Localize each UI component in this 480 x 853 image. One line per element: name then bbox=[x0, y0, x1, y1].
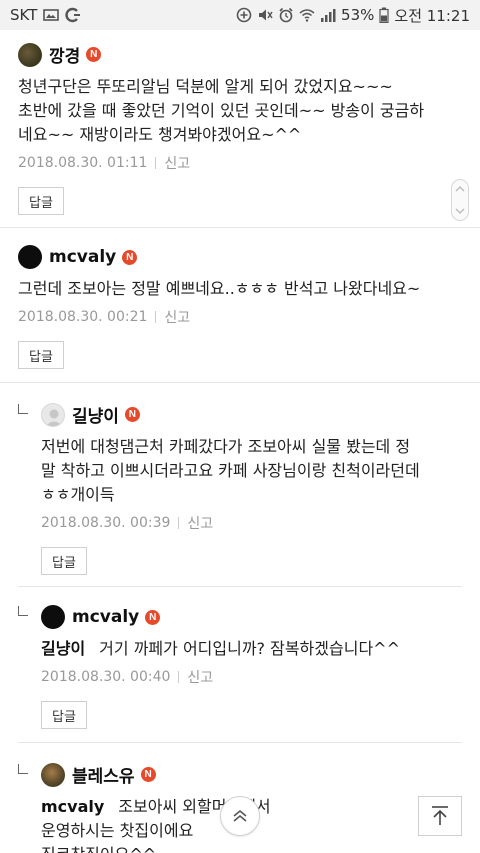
comment-item: mcvaly N 그런데 조보아는 정말 예쁘네요..ㅎㅎㅎ 반석고 나왔다네요… bbox=[0, 245, 480, 369]
signal-icon bbox=[320, 7, 336, 23]
battery-icon bbox=[379, 7, 389, 24]
app-notification-icon bbox=[65, 7, 81, 23]
reply-button[interactable]: 답글 bbox=[18, 341, 64, 369]
default-profile-icon bbox=[46, 409, 62, 426]
meta-separator bbox=[155, 311, 157, 323]
scroll-handle[interactable] bbox=[451, 179, 469, 221]
mention-nickname[interactable]: 길냥이 bbox=[41, 639, 85, 658]
avatar[interactable] bbox=[41, 605, 65, 629]
comment-text: 길냥이 거기 까페가 어디입니까? 잠복하겠습니다^^ bbox=[41, 639, 400, 658]
comment-text: 그런데 조보아는 정말 예쁘네요..ㅎㅎㅎ 반석고 나왔다네요~ bbox=[18, 279, 421, 298]
comment-item: 길냥이 N 저번에 대청댐근처 카페갔다가 조보아씨 실물 봤는데 정 말 착하… bbox=[0, 402, 480, 575]
comment-item: mcvaly N 길냥이 거기 까페가 어디입니까? 잠복하겠습니다^^ 2018… bbox=[0, 605, 480, 729]
comment-text: 청년구단은 뚜또리알님 덕분에 알게 되어 갔었지요~~~ 초반에 갔을 때 좋… bbox=[18, 77, 425, 144]
meta-separator bbox=[178, 517, 180, 529]
meta-separator bbox=[155, 157, 157, 169]
divider bbox=[18, 742, 462, 743]
divider bbox=[0, 227, 480, 228]
mention-nickname[interactable]: mcvaly bbox=[41, 797, 104, 816]
image-notification-icon bbox=[43, 7, 60, 23]
comment-date: 2018.08.30. 00:40 bbox=[41, 669, 171, 685]
reply-button[interactable]: 답글 bbox=[41, 701, 87, 729]
comment-meta: 2018.08.30. 00:21 신고 bbox=[18, 307, 480, 327]
comment-meta: 2018.08.30. 00:40 신고 bbox=[41, 667, 480, 687]
carrier-label: SKT bbox=[10, 6, 38, 24]
report-link[interactable]: 신고 bbox=[187, 513, 213, 533]
comment-nickname[interactable]: 길냥이 bbox=[72, 402, 119, 427]
avatar[interactable] bbox=[41, 762, 65, 787]
chevron-down-icon bbox=[455, 208, 465, 214]
new-badge: N bbox=[122, 249, 138, 265]
new-badge: N bbox=[86, 47, 102, 62]
scroll-up-button[interactable] bbox=[220, 796, 260, 836]
data-saver-icon bbox=[236, 7, 252, 23]
back-to-top-button[interactable] bbox=[418, 796, 462, 836]
avatar[interactable] bbox=[41, 402, 65, 427]
avatar[interactable] bbox=[18, 245, 42, 269]
new-badge: N bbox=[124, 407, 140, 422]
mute-icon bbox=[257, 7, 273, 23]
battery-percent: 53% bbox=[341, 6, 375, 24]
comment-nickname[interactable]: 깡경 bbox=[49, 42, 80, 67]
alarm-icon bbox=[278, 7, 294, 23]
reply-button[interactable]: 답글 bbox=[41, 547, 87, 575]
comment-nickname[interactable]: 블레스유 bbox=[72, 762, 135, 787]
comment-date: 2018.08.30. 00:39 bbox=[41, 515, 171, 531]
report-link[interactable]: 신고 bbox=[164, 307, 190, 327]
reply-button[interactable]: 답글 bbox=[18, 187, 64, 215]
wifi-icon bbox=[299, 7, 315, 23]
comment-meta: 2018.08.30. 00:39 신고 bbox=[41, 513, 480, 533]
status-bar: SKT 53% 오전 11:21 bbox=[0, 0, 480, 30]
comment-nickname[interactable]: mcvaly bbox=[72, 607, 139, 627]
comment-text: 저번에 대청댐근처 카페갔다가 조보아씨 실물 봤는데 정 말 착하고 이쁘시더… bbox=[41, 437, 420, 504]
comment-nickname[interactable]: mcvaly bbox=[49, 247, 116, 267]
divider bbox=[18, 586, 462, 587]
chevron-up-icon bbox=[455, 186, 465, 192]
divider bbox=[0, 382, 480, 383]
comment-item: 깡경 N 청년구단은 뚜또리알님 덕분에 알게 되어 갔었지요~~~ 초반에 갔… bbox=[0, 42, 480, 215]
comment-date: 2018.08.30. 00:21 bbox=[18, 309, 148, 325]
comment-meta: 2018.08.30. 01:11 신고 bbox=[18, 153, 480, 173]
avatar[interactable] bbox=[18, 42, 42, 67]
new-badge: N bbox=[140, 767, 156, 782]
meta-separator bbox=[178, 671, 180, 683]
comment-text: mcvaly조보아씨 외할머니께서 운영하시는 찻집이에요 직코찻집이요^^ bbox=[41, 797, 271, 853]
double-chevron-up-icon bbox=[233, 809, 247, 822]
comment-date: 2018.08.30. 01:11 bbox=[18, 155, 148, 171]
arrow-up-icon bbox=[432, 806, 448, 825]
report-link[interactable]: 신고 bbox=[187, 667, 213, 687]
report-link[interactable]: 신고 bbox=[164, 153, 190, 173]
new-badge: N bbox=[145, 609, 161, 625]
clock: 오전 11:21 bbox=[394, 6, 470, 25]
